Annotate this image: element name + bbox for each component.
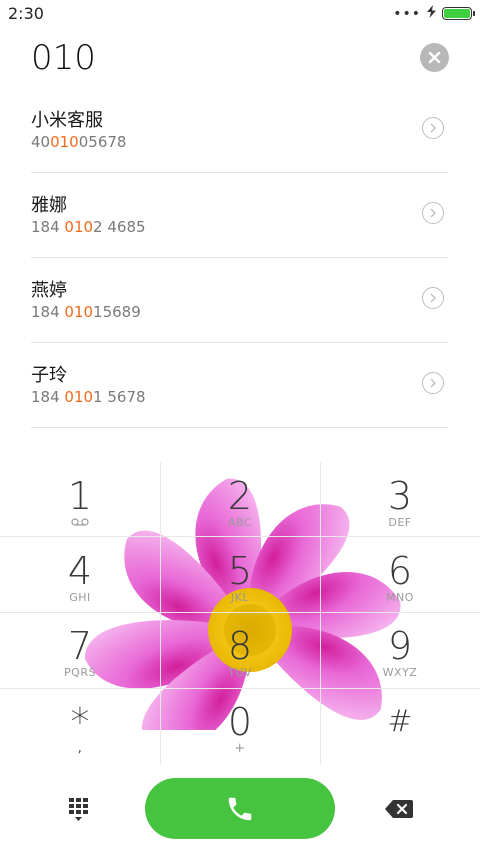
- key-9[interactable]: 9 WXYZ: [320, 612, 480, 688]
- contact-row[interactable]: 子玲 184 0101 5678: [31, 343, 448, 428]
- status-bar: 2:30 •••: [0, 0, 480, 28]
- key-5[interactable]: 5 JKL: [160, 537, 320, 613]
- key-digit: 3: [387, 474, 413, 518]
- number-prefix: 184: [31, 303, 65, 321]
- contact-row[interactable]: 燕婷 184 01015689: [31, 258, 448, 343]
- key-letters: WXYZ: [382, 666, 418, 679]
- key-letters: PQRS: [64, 666, 96, 679]
- key-digit: 7: [67, 624, 93, 668]
- contact-row[interactable]: 小米客服 4001005678: [31, 88, 448, 173]
- key-letters: +: [234, 741, 246, 756]
- key-digit: 1: [67, 474, 93, 518]
- contact-row[interactable]: 雅娜 184 0102 4685: [31, 173, 448, 258]
- key-1[interactable]: 1: [0, 462, 160, 538]
- contact-number: 4001005678: [31, 133, 126, 151]
- contact-name: 小米客服: [31, 110, 103, 131]
- signal-dots-icon: •••: [393, 5, 421, 22]
- dialpad-toggle-button[interactable]: [67, 797, 93, 823]
- key-hash[interactable]: #: [320, 688, 480, 764]
- voicemail-icon: [0, 516, 160, 529]
- number-prefix: 184: [31, 388, 65, 406]
- key-letters: DEF: [388, 516, 412, 529]
- contact-name: 燕婷: [31, 280, 67, 301]
- number-match: 010: [50, 133, 79, 151]
- key-3[interactable]: 3 DEF: [320, 462, 480, 538]
- contact-number: 184 0102 4685: [31, 218, 146, 236]
- key-7[interactable]: 7 PQRS: [0, 612, 160, 688]
- chevron-right-icon: [430, 123, 436, 133]
- key-letters: MNO: [386, 591, 414, 604]
- contact-results: 小米客服 4001005678 雅娜 184 0102 4685 燕婷 184 …: [31, 88, 448, 428]
- bottom-action-bar: [0, 768, 480, 853]
- contact-number: 184 01015689: [31, 303, 141, 321]
- key-digit: 9: [387, 624, 413, 668]
- key-digit: 6: [387, 549, 413, 593]
- key-star[interactable]: * ,: [0, 688, 160, 764]
- number-suffix: 15689: [93, 303, 141, 321]
- backspace-button[interactable]: [384, 798, 414, 820]
- key-letters: ,: [77, 740, 83, 756]
- key-digit: 0: [227, 700, 253, 744]
- clear-button[interactable]: [420, 43, 449, 72]
- key-letters: ABC: [227, 516, 253, 529]
- number-match: 010: [64, 218, 94, 236]
- contact-detail-button[interactable]: [422, 372, 444, 394]
- charging-icon: [427, 5, 436, 22]
- key-2[interactable]: 2 ABC: [160, 462, 320, 538]
- key-digit: 2: [227, 474, 253, 518]
- number-prefix: 40: [31, 133, 51, 151]
- key-6[interactable]: 6 MNO: [320, 537, 480, 613]
- status-time: 2:30: [8, 4, 44, 23]
- key-letters: JKL: [230, 591, 250, 604]
- number-suffix: 1 5678: [93, 388, 146, 406]
- key-0[interactable]: 0 +: [160, 688, 320, 764]
- contact-detail-button[interactable]: [422, 202, 444, 224]
- key-digit: #: [387, 704, 413, 739]
- key-digit: 8: [227, 624, 253, 668]
- number-match: 010: [64, 388, 94, 406]
- battery-fill: [444, 9, 470, 18]
- contact-detail-button[interactable]: [422, 117, 444, 139]
- key-letters: GHI: [69, 591, 91, 604]
- dialpad-icon: [69, 798, 88, 821]
- key-digit: 4: [67, 549, 93, 593]
- contact-name: 子玲: [31, 365, 67, 386]
- number-prefix: 184: [31, 218, 65, 236]
- key-letters: TUV: [228, 666, 252, 679]
- backspace-icon: [385, 800, 413, 818]
- chevron-right-icon: [430, 293, 436, 303]
- key-digit: *: [70, 700, 90, 744]
- contact-number: 184 0101 5678: [31, 388, 146, 406]
- contact-name: 雅娜: [31, 195, 67, 216]
- status-icons: •••: [393, 5, 475, 22]
- clear-icon: [428, 51, 441, 64]
- chevron-right-icon: [430, 378, 436, 388]
- contact-detail-button[interactable]: [422, 287, 444, 309]
- dialed-number: 010: [31, 38, 96, 78]
- call-button[interactable]: [145, 778, 335, 839]
- number-match: 010: [64, 303, 94, 321]
- key-4[interactable]: 4 GHI: [0, 537, 160, 613]
- number-suffix: 05678: [78, 133, 127, 151]
- key-8[interactable]: 8 TUV: [160, 612, 320, 688]
- phone-icon: [228, 797, 252, 820]
- key-digit: 5: [227, 549, 253, 593]
- battery-icon: [442, 7, 475, 20]
- chevron-right-icon: [430, 208, 436, 218]
- number-suffix: 2 4685: [93, 218, 146, 236]
